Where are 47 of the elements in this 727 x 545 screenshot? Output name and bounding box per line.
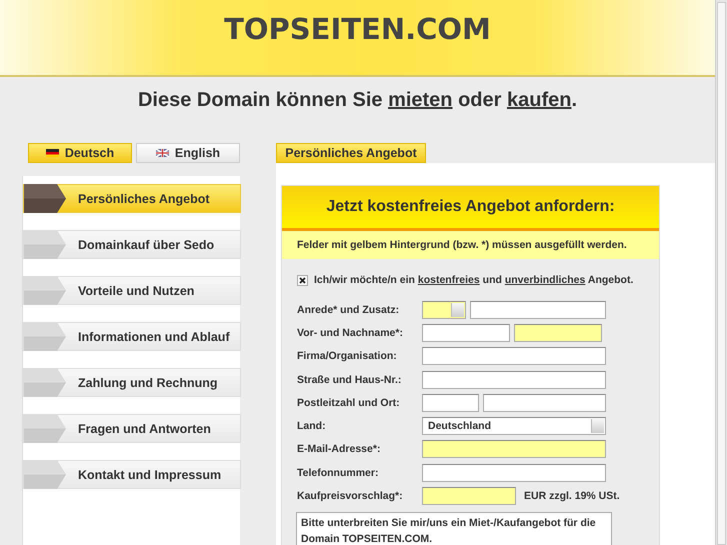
input-field[interactable] xyxy=(514,324,602,342)
field-label: Anrede* und Zusatz: xyxy=(297,304,400,316)
flag-icon xyxy=(156,149,169,157)
chevron-icon xyxy=(24,184,66,213)
link[interactable]: unverbindliches xyxy=(504,274,586,286)
notice: Felder mit gelbem Hintergrund (bzw. *) müssen ausgefüllt werden. xyxy=(282,231,659,259)
field-label: Straße und Haus-Nr.: xyxy=(297,374,402,386)
checkbox[interactable] xyxy=(297,274,308,286)
message-field[interactable]: Bitte unterbreiten Sie mir/uns ein Miet-/Kaufangebot für die Domain TOPSEITEN.COM. xyxy=(296,512,612,545)
sidebar-item[interactable]: Kontakt und Impressum xyxy=(23,460,241,489)
flag-icon xyxy=(46,149,59,157)
input-field[interactable] xyxy=(483,394,606,412)
sidebar-item[interactable]: Domainkauf über Sedo xyxy=(23,230,241,259)
sidebar-item[interactable]: Persönliches Angebot xyxy=(23,184,241,213)
input-field[interactable] xyxy=(422,487,516,506)
consent-text: Ich/wir möchte/n ein kostenfreies und unverbindliches Angebot. xyxy=(314,274,634,286)
input-field[interactable] xyxy=(422,464,606,482)
field-label: Telefonnummer: xyxy=(297,466,380,479)
link[interactable]: kaufen xyxy=(506,89,572,111)
language-tab[interactable]: Deutsch xyxy=(28,143,132,163)
scrollbar[interactable] xyxy=(715,0,727,545)
sidebar-item[interactable]: Informationen und Ablauf xyxy=(23,322,241,351)
headline: Diese Domain können Sie mieten oder kaufen. xyxy=(136,89,578,112)
sidebar-item[interactable]: Fragen und Antworten xyxy=(23,414,241,443)
input-field[interactable] xyxy=(422,440,606,458)
input-field[interactable] xyxy=(422,324,510,342)
field-label: E-Mail-Adresse*: xyxy=(297,443,382,456)
input-field[interactable] xyxy=(422,394,479,412)
field-label: Kaufpreisvorschlag*: xyxy=(297,490,404,502)
field-label: Postleitzahl und Ort: xyxy=(297,396,401,409)
field-label: Vor- und Nachname*: xyxy=(297,326,404,339)
input-field[interactable] xyxy=(470,300,606,319)
input-field[interactable] xyxy=(422,370,606,389)
link[interactable]: kostenfreies xyxy=(418,274,480,286)
sidebar-item[interactable]: Vorteile und Nutzen xyxy=(23,276,241,305)
sidebar-item[interactable]: Zahlung und Rechnung xyxy=(23,368,241,397)
content-tab[interactable]: Persönliches Angebot xyxy=(276,143,426,163)
form-title: Jetzt kostenfreies Angebot anfordern: xyxy=(282,186,659,231)
price-note: EUR zzgl. 19% USt. xyxy=(524,490,620,502)
select-field[interactable]: Deutschland xyxy=(422,417,606,436)
language-tab[interactable]: English xyxy=(136,143,240,163)
field-label: Firma/Organisation: xyxy=(297,350,398,362)
field-label: Land: xyxy=(297,420,327,432)
logo: TOPSEITEN.COM xyxy=(224,12,491,46)
link[interactable]: mieten xyxy=(388,89,453,111)
input-field[interactable] xyxy=(422,347,606,366)
select-field[interactable] xyxy=(422,300,466,319)
